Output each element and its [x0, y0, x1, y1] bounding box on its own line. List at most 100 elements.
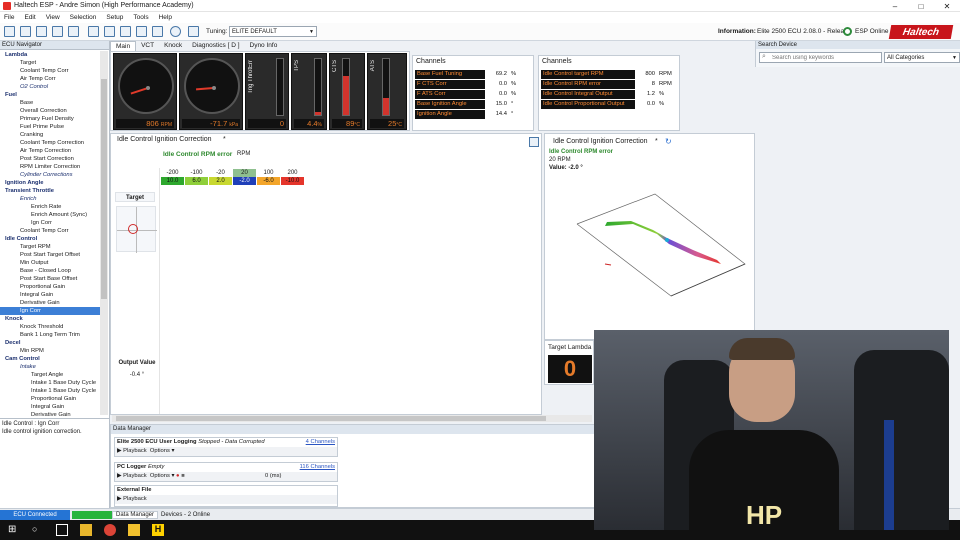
options-arrow-icon[interactable]: ▾ — [171, 473, 174, 479]
nav-item[interactable]: Proportional Gain — [0, 283, 100, 291]
category-select[interactable]: All Categories ▼ — [884, 52, 960, 63]
horizontal-scrollbar[interactable] — [112, 415, 592, 422]
search-icon[interactable]: ○ — [32, 524, 44, 536]
nav-item[interactable]: Fuel Prime Pulse — [0, 123, 100, 131]
nav-item[interactable]: Post Start Correction — [0, 155, 100, 163]
nav-item[interactable]: Coolant Temp Corr — [0, 67, 100, 75]
navigator-scrollbar[interactable] — [100, 51, 108, 415]
nav-item[interactable]: O2 Control — [0, 83, 100, 91]
nav-item[interactable]: Primary Fuel Density — [0, 115, 100, 123]
nav-item[interactable]: Target Angle — [0, 371, 100, 379]
nav-item[interactable]: Knock — [0, 315, 100, 323]
nav-item[interactable]: Derivative Gain — [0, 411, 100, 417]
nav-item[interactable]: Idle Control — [0, 235, 100, 243]
close-icon[interactable]: ✕ — [934, 0, 960, 12]
scrollbar-thumb[interactable] — [101, 79, 107, 299]
paste-icon[interactable] — [68, 26, 79, 37]
haltech-taskbar-icon[interactable]: H — [152, 524, 164, 536]
nav-item[interactable]: Target RPM — [0, 243, 100, 251]
nav-item[interactable]: Air Temp Corr — [0, 75, 100, 83]
close-tab-icon[interactable]: * — [655, 138, 658, 145]
nav-item[interactable]: Decel — [0, 339, 100, 347]
pen-icon[interactable] — [188, 26, 199, 37]
search-input[interactable] — [759, 52, 882, 63]
nav-item[interactable]: Knock Threshold — [0, 323, 100, 331]
nav-item[interactable]: Integral Gain — [0, 291, 100, 299]
tab-dyno-info[interactable]: Dyno Info — [245, 41, 283, 51]
table-grid-area[interactable] — [159, 168, 539, 414]
nav-item[interactable]: RPM Limiter Correction — [0, 163, 100, 171]
playback-button[interactable]: Playback — [123, 448, 147, 454]
nav-item[interactable]: Enrich Amount (Sync) — [0, 211, 100, 219]
nav-item[interactable]: Coolant Temp Corr — [0, 227, 100, 235]
nav-item[interactable]: Ignition Angle — [0, 179, 100, 187]
nav-item[interactable]: Integral Gain — [0, 403, 100, 411]
nav-item[interactable]: Proportional Gain — [0, 395, 100, 403]
record-icon[interactable]: ● — [176, 473, 180, 479]
refresh-icon[interactable]: ↻ — [665, 137, 672, 146]
file-explorer-icon[interactable] — [80, 524, 92, 536]
playback-button[interactable]: Playback — [123, 496, 147, 502]
tab-data-manager[interactable]: Data Manager — [112, 510, 159, 519]
save-icon[interactable] — [36, 26, 47, 37]
stop-icon[interactable]: ■ — [181, 473, 185, 479]
menu-edit[interactable]: Edit — [24, 14, 35, 21]
nav-item[interactable]: Cam Control — [0, 355, 100, 363]
gauge-icon[interactable] — [170, 26, 181, 37]
play-icon[interactable]: ▶ — [117, 496, 121, 502]
nav-item[interactable]: Bank 1 Long Term Trim — [0, 331, 100, 339]
task-view-icon[interactable] — [56, 524, 68, 536]
surface-plot[interactable] — [545, 174, 755, 304]
copy-icon[interactable] — [52, 26, 63, 37]
edit-pencil-icon[interactable] — [529, 137, 539, 147]
menu-selection[interactable]: Selection — [70, 14, 97, 21]
connect-icon[interactable] — [4, 26, 15, 37]
settings-gear-icon[interactable] — [120, 26, 131, 37]
nav-item[interactable]: Lambda — [0, 51, 100, 59]
channels-link[interactable]: 4 Channels — [306, 438, 335, 447]
play-icon[interactable]: ▶ — [117, 448, 121, 454]
nav-item[interactable]: Min RPM — [0, 347, 100, 355]
grid-icon[interactable] — [136, 26, 147, 37]
nav-item[interactable]: Intake — [0, 363, 100, 371]
menu-tools[interactable]: Tools — [133, 14, 148, 21]
tab-main[interactable]: Main — [110, 41, 137, 51]
nav-item[interactable]: Transient Throttle — [0, 187, 100, 195]
plot-tab-title[interactable]: Idle Control Ignition Correction — [553, 138, 648, 145]
menu-view[interactable]: View — [46, 14, 60, 21]
options-arrow-icon[interactable]: ▾ — [171, 448, 174, 454]
nav-item[interactable]: Fuel — [0, 91, 100, 99]
nav-item[interactable]: Post Start Base Offset — [0, 275, 100, 283]
options-button[interactable]: Options — [150, 473, 170, 479]
tab-diagnostics[interactable]: Diagnostics [ D ] — [187, 41, 244, 51]
app-icon[interactable] — [128, 524, 140, 536]
search-icon[interactable] — [152, 26, 163, 37]
nav-item[interactable]: Min Output — [0, 259, 100, 267]
menu-setup[interactable]: Setup — [106, 14, 123, 21]
minimize-icon[interactable]: – — [882, 0, 908, 12]
chrome-icon[interactable] — [104, 524, 116, 536]
tab-vct[interactable]: VCT — [136, 41, 159, 51]
menu-file[interactable]: File — [4, 14, 14, 21]
nav-item[interactable]: Post Start Target Offset — [0, 251, 100, 259]
maximize-icon[interactable]: □ — [908, 0, 934, 12]
nav-item[interactable]: Enrich Rate — [0, 203, 100, 211]
nav-item[interactable]: Cylinder Corrections — [0, 171, 100, 179]
nav-item[interactable]: Enrich — [0, 195, 100, 203]
nav-item[interactable]: Overall Correction — [0, 107, 100, 115]
nav-item[interactable]: Base - Closed Loop — [0, 267, 100, 275]
channels-link[interactable]: 116 Channels — [300, 463, 335, 472]
close-tab-icon[interactable]: * — [223, 136, 226, 143]
windows-start-icon[interactable]: ⊞ — [8, 524, 20, 536]
nav-item[interactable]: Intake 1 Base Duty Cycle — [0, 387, 100, 395]
options-button[interactable]: Options — [150, 448, 170, 454]
redo-icon[interactable] — [104, 26, 115, 37]
nav-item[interactable]: Ign Corr — [0, 219, 100, 227]
nav-item[interactable]: Derivative Gain — [0, 299, 100, 307]
undo-icon[interactable] — [88, 26, 99, 37]
nav-item[interactable]: Ign Corr — [0, 307, 100, 315]
nav-item[interactable]: Intake 1 Base Duty Cycle — [0, 379, 100, 387]
nav-item[interactable]: Air Temp Correction — [0, 147, 100, 155]
nav-item[interactable]: Coolant Temp Correction — [0, 139, 100, 147]
nav-item[interactable]: Target — [0, 59, 100, 67]
